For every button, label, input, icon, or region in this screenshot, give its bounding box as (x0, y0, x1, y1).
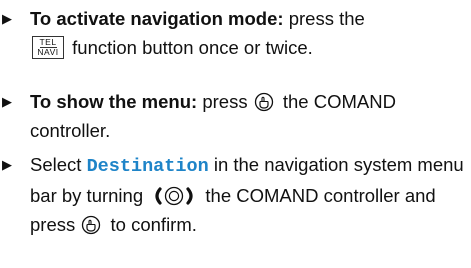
step-1-text-a: press the (283, 8, 365, 29)
controller-turn-icon (155, 186, 193, 205)
step-3-text: Select Destination in the navigation sys… (30, 150, 465, 239)
step-1-text: To activate navigation mode: press the T… (30, 4, 465, 62)
key-bottom-label: NAVI (37, 47, 59, 58)
step-1-lead: To activate navigation mode: (30, 8, 284, 29)
destination-menu-item: Destination (86, 156, 209, 177)
step-1-text-b: function button once or twice. (67, 37, 313, 58)
controller-press-icon (254, 92, 273, 111)
tel-navi-button-icon: TEL NAVI (32, 36, 64, 60)
arrow-bullet-icon: ▶ (2, 11, 12, 26)
step-2-text-a: press (197, 91, 248, 112)
step-3-text-d: to confirm. (105, 214, 197, 235)
key-top-label: TEL (39, 37, 57, 48)
instruction-page: ▶ To activate navigation mode: press the… (0, 0, 471, 268)
step-2-text: To show the menu: press the COMAND contr… (30, 87, 465, 145)
step-3-text-a: Select (30, 154, 82, 175)
step-2-lead: To show the menu: (30, 91, 198, 112)
controller-press-icon (82, 215, 101, 234)
arrow-bullet-icon: ▶ (2, 157, 12, 172)
arrow-bullet-icon: ▶ (2, 94, 12, 109)
